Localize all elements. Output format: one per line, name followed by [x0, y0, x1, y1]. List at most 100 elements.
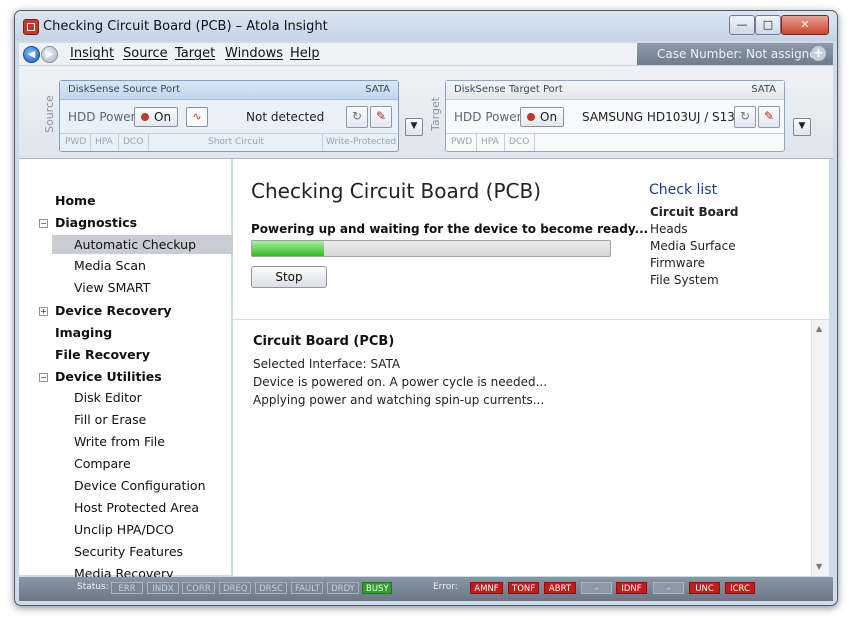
checklist-item: File System	[650, 273, 719, 287]
close-button[interactable]: ✕	[781, 15, 829, 35]
sidebar-item-automatic-checkup[interactable]: Automatic Checkup	[52, 235, 254, 254]
sidebar-item-view-smart[interactable]: View SMART	[74, 280, 150, 295]
source-hpa-flag: HPA	[95, 137, 113, 147]
target-port-header: DiskSense Target Port SATA	[446, 81, 784, 100]
target-power-label: On	[540, 110, 558, 124]
main-panel: Checking Circuit Board (PCB) Powering up…	[233, 159, 829, 576]
source-short-circuit-flag: Short Circuit	[208, 137, 264, 147]
app-window: Checking Circuit Board (PCB) – Atola Ins…	[14, 10, 838, 606]
status-flag: DRDY	[327, 582, 359, 594]
sidebar-item-security-features[interactable]: Security Features	[74, 544, 183, 559]
error-flag: AMNF	[470, 582, 503, 594]
case-number-label: Case Number: Not assigned	[657, 47, 825, 61]
results-title: Circuit Board (PCB)	[253, 334, 395, 349]
target-hdd-power-label: HDD Power:	[454, 110, 526, 124]
case-panel: Case Number: Not assigned +	[637, 43, 833, 65]
status-flag: INDX	[147, 582, 179, 594]
source-pwd-flag: PWD	[65, 137, 87, 147]
target-write-protect-icon[interactable]: ✎	[758, 106, 780, 128]
target-port-panel: DiskSense Target Port SATA HDD Power: On…	[445, 80, 785, 152]
source-port-footer: PWD HPA DCO Short Circuit Write-Protecte…	[60, 133, 398, 151]
source-port-interface: SATA	[365, 84, 390, 95]
target-pwd-flag: PWD	[451, 137, 473, 147]
target-port-name: DiskSense Target Port	[454, 84, 563, 95]
results-panel: Circuit Board (PCB) Selected Interface: …	[233, 319, 829, 576]
menu-source[interactable]: Source	[123, 46, 168, 61]
menu-help[interactable]: Help	[290, 46, 320, 61]
sidebar-item-diagnostics[interactable]: Diagnostics	[55, 215, 137, 230]
progress-message: Powering up and waiting for the device t…	[251, 222, 649, 236]
source-dco-flag: DCO	[123, 137, 144, 147]
checklist-title[interactable]: Check list	[649, 182, 717, 198]
target-side-label: Target	[429, 96, 442, 132]
scroll-up-icon[interactable]: ▲	[816, 324, 822, 333]
minimize-button[interactable]: —	[729, 15, 755, 35]
power-indicator-icon	[527, 113, 535, 121]
status-flag: FAULT	[291, 582, 323, 594]
progress-bar	[251, 240, 611, 257]
sidebar-item-device-recovery[interactable]: Device Recovery	[55, 303, 172, 318]
source-port-header: DiskSense Source Port SATA	[60, 81, 398, 100]
expander-icon[interactable]: +	[39, 307, 48, 316]
app-icon	[23, 19, 39, 35]
checklist-item: Firmware	[650, 256, 705, 270]
expander-icon[interactable]: −	[39, 373, 48, 382]
error-flag: -	[653, 582, 684, 594]
menu-bar: ◀ ▶ Insight Source Target Windows Help C…	[19, 43, 833, 66]
stop-button[interactable]: Stop	[251, 266, 327, 288]
sidebar-item-imaging[interactable]: Imaging	[55, 325, 112, 340]
port-toolbar: Source DiskSense Source Port SATA HDD Po…	[19, 66, 833, 159]
results-scrollbar[interactable]: ▲ ▼	[811, 320, 829, 576]
checklist-item: Media Surface	[650, 239, 736, 253]
source-port-name: DiskSense Source Port	[68, 84, 181, 95]
scroll-down-icon[interactable]: ▼	[816, 562, 822, 571]
source-dropdown-icon[interactable]: ▼	[405, 118, 423, 136]
source-write-protect-icon[interactable]: ✎	[370, 106, 392, 128]
checklist-item: Circuit Board	[650, 205, 739, 219]
target-power-button[interactable]: On	[520, 107, 564, 127]
source-write-protected-flag: Write-Protected	[326, 137, 397, 147]
target-refresh-icon[interactable]: ↻	[734, 106, 756, 128]
target-dropdown-icon[interactable]: ▼	[793, 118, 811, 136]
maximize-button[interactable]: □	[755, 15, 781, 35]
error-label: Error:	[433, 582, 458, 592]
sidebar-item-home[interactable]: Home	[55, 193, 96, 208]
sidebar-item-media-scan[interactable]: Media Scan	[74, 258, 146, 273]
menu-insight[interactable]: Insight	[70, 46, 114, 61]
current-wave-icon[interactable]: ∿	[186, 107, 208, 127]
sidebar-item-fill-or-erase[interactable]: Fill or Erase	[74, 412, 146, 427]
status-bar: Status: Error: ERR INDX CORR DREQ DRSC FAULT D…	[19, 577, 833, 601]
back-icon[interactable]: ◀	[23, 46, 40, 63]
source-port-panel: DiskSense Source Port SATA HDD Power: On…	[59, 80, 399, 152]
source-power-button[interactable]: On	[134, 107, 178, 127]
source-power-label: On	[154, 110, 172, 124]
sidebar-item-file-recovery[interactable]: File Recovery	[55, 347, 150, 362]
error-flag: ABRT	[544, 582, 576, 594]
source-refresh-icon[interactable]: ↻	[346, 106, 368, 128]
status-flag: BUSY	[362, 582, 392, 594]
target-port-footer: PWD HPA DCO	[446, 133, 784, 151]
add-case-icon[interactable]: +	[811, 46, 826, 61]
menu-windows[interactable]: Windows	[225, 46, 283, 61]
power-indicator-icon	[141, 113, 149, 121]
sidebar-item-device-utilities[interactable]: Device Utilities	[55, 369, 162, 384]
status-flag: ERR	[111, 582, 143, 594]
target-dco-flag: DCO	[509, 137, 530, 147]
sidebar-item-compare[interactable]: Compare	[74, 456, 131, 471]
source-hdd-power-label: HDD Power:	[68, 110, 140, 124]
sidebar-item-host-protected-area[interactable]: Host Protected Area	[74, 500, 199, 515]
title-bar: Checking Circuit Board (PCB) – Atola Ins…	[15, 11, 837, 41]
window-title: Checking Circuit Board (PCB) – Atola Ins…	[43, 19, 328, 34]
expander-icon[interactable]: −	[39, 219, 48, 228]
error-flag: -	[581, 582, 612, 594]
sidebar-item-write-from-file[interactable]: Write from File	[74, 434, 165, 449]
results-line: Selected Interface: SATA	[253, 357, 401, 371]
status-flag: DREQ	[219, 582, 251, 594]
sidebar-item-disk-editor[interactable]: Disk Editor	[74, 390, 142, 405]
menu-target[interactable]: Target	[175, 46, 215, 61]
sidebar-nav: Home − Diagnostics Automatic Checkup Media S…	[19, 159, 254, 581]
error-flag: ICRC	[725, 582, 755, 594]
sidebar-item-device-configuration[interactable]: Device Configuration	[74, 478, 206, 493]
sidebar-item-unclip-hpa-dco[interactable]: Unclip HPA/DCO	[74, 522, 174, 537]
forward-icon[interactable]: ▶	[41, 46, 58, 63]
